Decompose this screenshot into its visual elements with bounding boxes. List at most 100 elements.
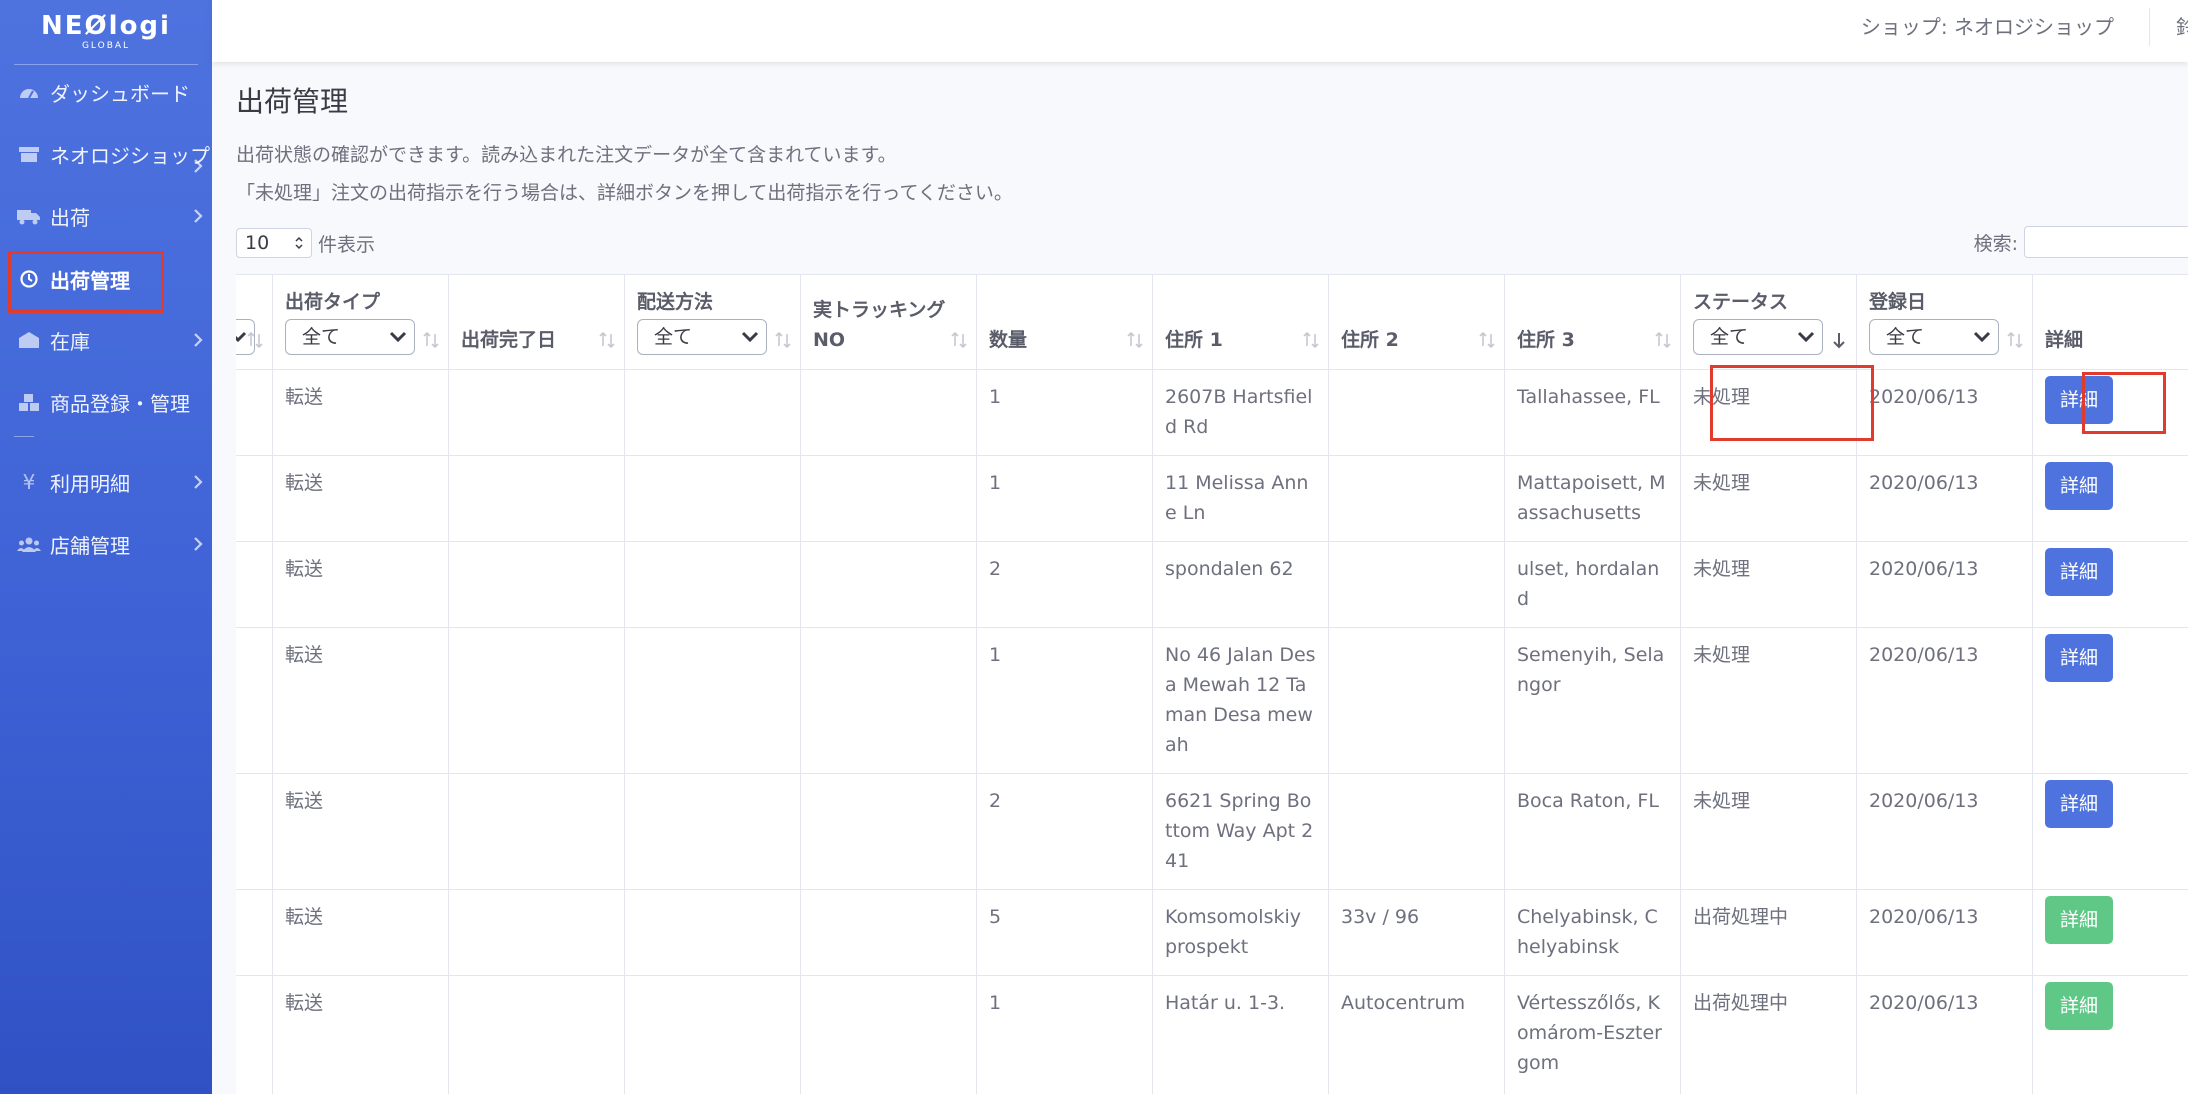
cell-delivery-method [624, 455, 801, 542]
cell-address-3: Chelyabinsk, Chelyabinsk [1504, 889, 1681, 976]
cell-registered-date: 2020/06/13 [1856, 975, 2033, 1094]
sidebar-item-shop[interactable]: ネオロジショップ [0, 126, 212, 182]
details-button-highlight-box [2082, 372, 2166, 434]
cell-registered-date: 2020/06/13 [1856, 541, 2033, 628]
sidebar-item-store-management[interactable]: 店舗管理 [0, 516, 212, 572]
cell-shipment-type: 転送 [272, 889, 449, 976]
cell-delivery-method [624, 627, 801, 774]
column-header-registered-date[interactable]: 登録日 全て [1856, 274, 2033, 370]
cell-address-1: Határ u. 1-3. [1152, 975, 1329, 1094]
cell-quantity: 5 [976, 889, 1153, 976]
details-button[interactable]: 詳細 [2045, 982, 2113, 1030]
cell-address-2 [1328, 369, 1505, 456]
shipment-table-container: 番号 出荷タイプ 全て 出荷完了日 [236, 274, 2188, 1094]
brand[interactable]: NEØlogi GLOBAL [0, 0, 212, 64]
filter-select-shipment-type[interactable]: 全て [285, 319, 415, 355]
sidebar-item-label: 店舗管理 [50, 533, 130, 558]
yen-icon: ¥ [22, 470, 36, 494]
sort-icon[interactable] [2006, 331, 2024, 349]
cell-number [236, 369, 273, 456]
sort-desc-icon[interactable] [1830, 331, 1848, 349]
page-title: 出荷管理 [236, 85, 349, 118]
sidebar-item-dashboard[interactable]: ダッシュボード [0, 64, 212, 120]
sort-icon[interactable] [950, 331, 968, 349]
column-header-completed-date[interactable]: 出荷完了日 [448, 274, 625, 370]
chevron-down-icon [741, 331, 759, 343]
sort-icon[interactable] [774, 331, 792, 349]
filter-select-registered-date[interactable]: 全て [1869, 319, 1999, 355]
cell-shipment-type: 転送 [272, 455, 449, 542]
cell-quantity: 1 [976, 455, 1153, 542]
table-search: 検索: [1974, 226, 2188, 258]
sidebar-item-shipping[interactable]: 出荷 [0, 188, 212, 244]
sidebar-item-inventory[interactable]: 在庫 [0, 312, 212, 368]
cell-address-2 [1328, 627, 1505, 774]
cell-address-2 [1328, 773, 1505, 890]
page-instruction: 「未処理」注文の出荷指示を行う場合は、詳細ボタンを押して出荷指示を行ってください… [236, 182, 1013, 204]
filter-select-status[interactable]: 全て [1693, 319, 1823, 355]
details-button[interactable]: 詳細 [2045, 634, 2113, 682]
details-button[interactable]: 詳細 [2045, 780, 2113, 828]
column-header-shipment-type[interactable]: 出荷タイプ 全て [272, 274, 449, 370]
sort-icon[interactable] [1654, 331, 1672, 349]
cell-shipment-type: 転送 [272, 541, 449, 628]
column-header-tracking-no[interactable]: 実トラッキングNO [800, 274, 977, 370]
sort-icon[interactable] [422, 331, 440, 349]
store-icon [16, 144, 42, 164]
boxes-icon [16, 392, 42, 412]
sort-icon[interactable] [1478, 331, 1496, 349]
column-header-quantity[interactable]: 数量 [976, 274, 1153, 370]
sidebar-item-products[interactable]: 商品登録・管理 [0, 374, 212, 430]
cell-address-3: Tallahassee, FL [1504, 369, 1681, 456]
topbar-divider [2149, 8, 2150, 46]
column-header-address-3[interactable]: 住所 3 [1504, 274, 1681, 370]
chevron-right-icon [194, 537, 203, 551]
cell-registered-date: 2020/06/13 [1856, 627, 2033, 774]
cell-shipment-type: 転送 [272, 369, 449, 456]
cell-tracking-no [800, 369, 977, 456]
sort-icon[interactable] [598, 331, 616, 349]
cell-completed-date [448, 773, 625, 890]
table-row: 001転送 5Komsomolskiy prospekt33v / 96Chely… [236, 889, 2188, 976]
topbar: ショップ: ネオロジショップ 鈴 [212, 0, 2188, 62]
cell-number [236, 627, 273, 774]
cell-quantity: 2 [976, 773, 1153, 890]
page-length-control: 10 件表示 [236, 228, 375, 258]
cell-completed-date [448, 889, 625, 976]
sidebar-item-billing[interactable]: ¥ 利用明細 [0, 454, 212, 510]
filter-select-delivery-method[interactable]: 全て [637, 319, 767, 355]
cell-number: 002 [236, 975, 273, 1094]
details-button[interactable]: 詳細 [2045, 548, 2113, 596]
sidebar-item-label: ダッシュボード [50, 81, 190, 106]
sort-icon[interactable] [1302, 331, 1320, 349]
chevron-down-icon [1973, 331, 1991, 343]
cell-address-3: ulset, hordaland [1504, 541, 1681, 628]
page-length-value: 10 [245, 232, 270, 254]
cell-details: 詳細 [2032, 889, 2188, 976]
select-arrows-icon [295, 236, 303, 250]
cell-delivery-method [624, 541, 801, 628]
column-header-delivery-method[interactable]: 配送方法 全て [624, 274, 801, 370]
cell-number [236, 773, 273, 890]
current-shop-label[interactable]: ショップ: ネオロジショップ [1861, 11, 2114, 40]
sidebar-item-label: 在庫 [50, 329, 90, 354]
sort-icon[interactable] [1126, 331, 1144, 349]
column-header-address-1[interactable]: 住所 1 [1152, 274, 1329, 370]
user-menu-label[interactable]: 鈴 [2176, 11, 2188, 40]
page-length-select[interactable]: 10 [236, 228, 312, 258]
search-input[interactable] [2024, 226, 2188, 258]
sort-icon[interactable] [246, 331, 264, 349]
column-header-address-2[interactable]: 住所 2 [1328, 274, 1505, 370]
details-button[interactable]: 詳細 [2045, 462, 2113, 510]
sidebar: NEØlogi GLOBAL ダッシュボード ネオロジショップ 出荷 出荷管理 [0, 0, 212, 1094]
search-label: 検索: [1973, 232, 2018, 255]
column-header-number[interactable]: 番号 [236, 274, 273, 370]
chevron-down-icon [1797, 331, 1815, 343]
cell-registered-date: 2020/06/13 [1856, 889, 2033, 976]
cell-address-2: 33v / 96 [1328, 889, 1505, 976]
cell-completed-date [448, 455, 625, 542]
table-row: 転送 1 2607B Hartsfield Rd Tallahassee, FL 未処理… [236, 369, 2188, 456]
brand-logo: NEØlogi [41, 11, 171, 41]
details-button[interactable]: 詳細 [2045, 896, 2113, 944]
column-header-status[interactable]: ステータス 全て [1680, 274, 1857, 370]
